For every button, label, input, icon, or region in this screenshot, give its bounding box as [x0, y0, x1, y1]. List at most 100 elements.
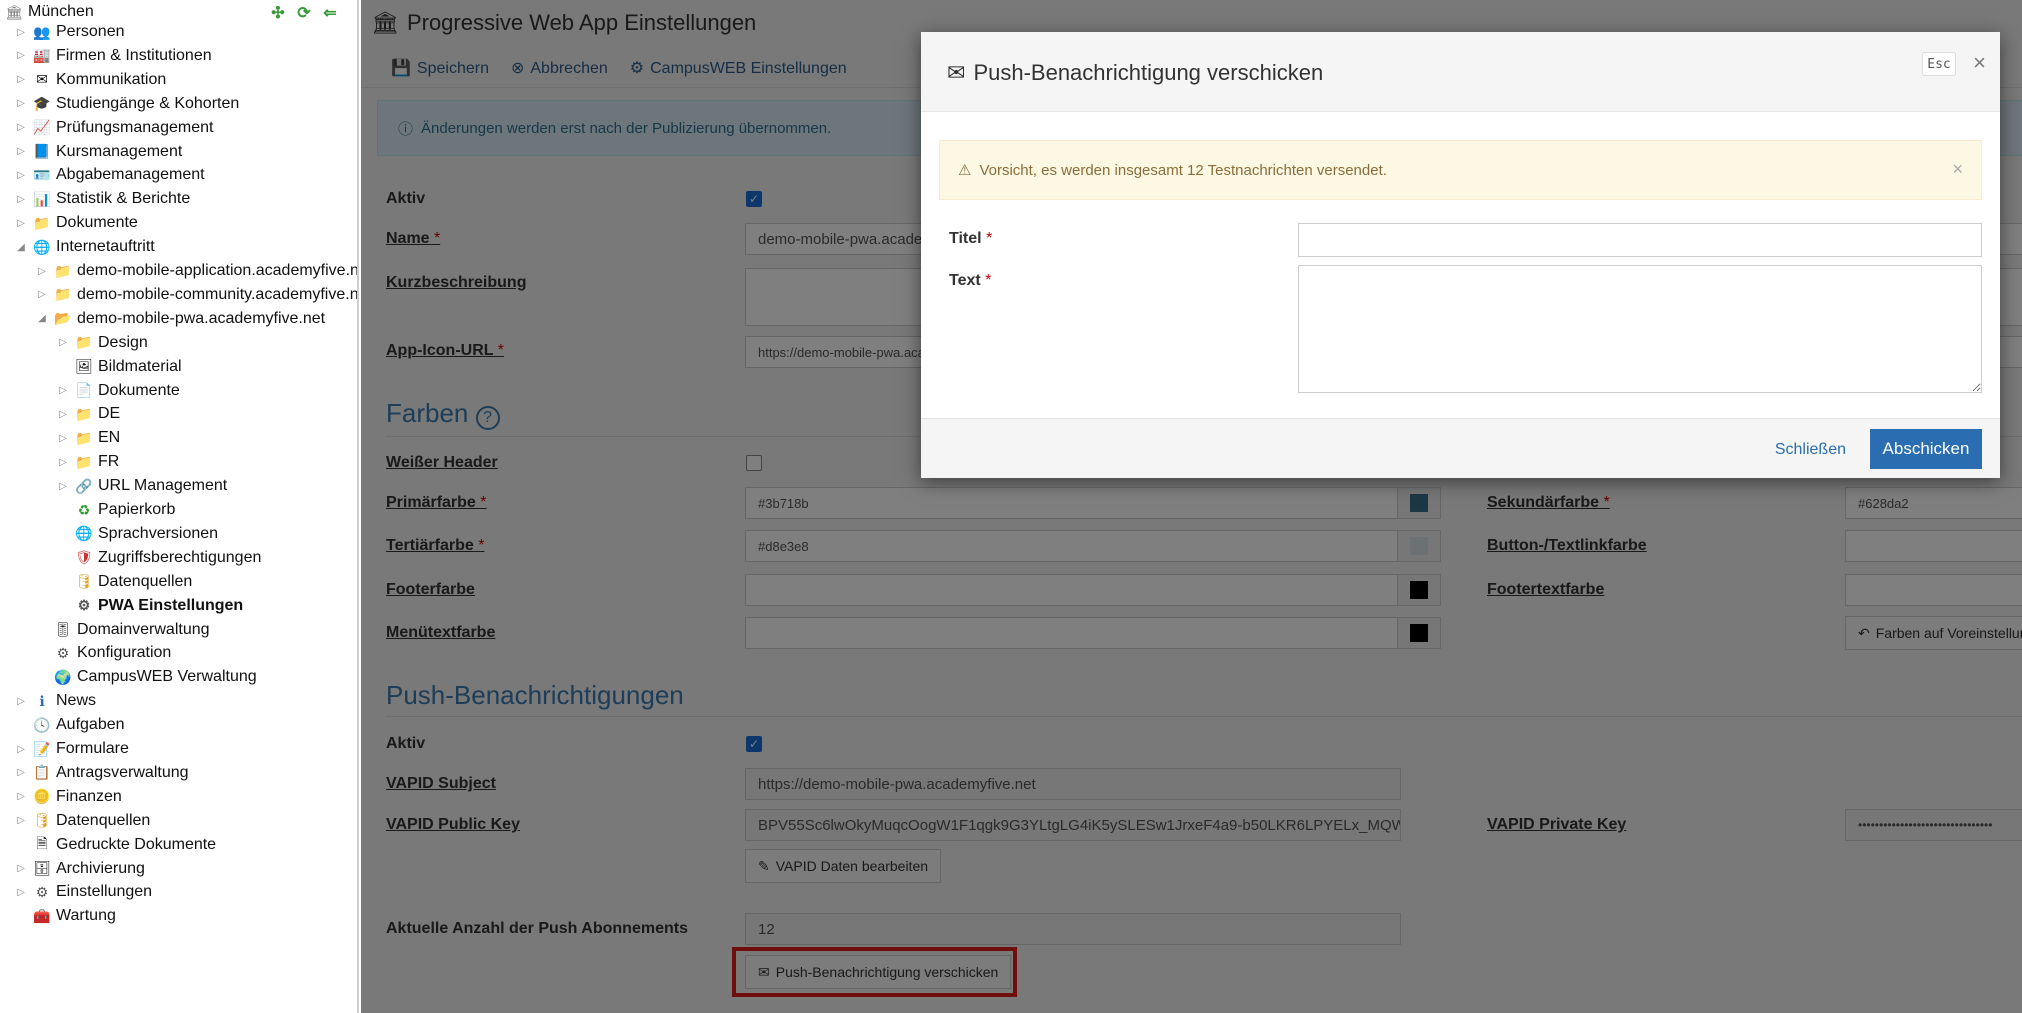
caret-right-icon[interactable]: ▷	[14, 97, 28, 111]
sidebar-item[interactable]: ▷ 📈 Prüfungsmanagement	[14, 116, 213, 140]
documents-icon: 📄	[75, 382, 93, 398]
sidebar-tree: 🏛 München ✣ ⟳ ⇐ ▷ 👥 Personen ▷ 🏭 Firmen & Ins…	[0, 0, 359, 1013]
gear-icon: ⚙	[35, 883, 49, 900]
sidebar-item[interactable]: ▷ ⚙ Einstellungen	[14, 880, 152, 904]
sidebar-item[interactable]: ▷ 🗄 Archivierung	[14, 857, 145, 881]
caret-right-icon[interactable]: ▷	[14, 790, 28, 804]
archive-icon: 🗄	[33, 860, 51, 876]
folder-icon: 📁	[54, 286, 72, 303]
sidebar-item-label: demo-mobile-community.academyfive.net	[77, 285, 359, 303]
sidebar-item[interactable]: 🗎 Gedruckte Dokumente	[14, 833, 216, 857]
folder-icon: 📁	[75, 334, 93, 351]
sidebar-item-label: Formulare	[56, 740, 129, 757]
globe-icon: 🌐	[33, 238, 51, 255]
caret-right-icon[interactable]: ▷	[14, 814, 28, 828]
sidebar-item[interactable]: ▷ 📁 Design	[56, 331, 148, 355]
sidebar-item-label: Datenquellen	[98, 572, 193, 590]
sidebar-item[interactable]: 🧰 Wartung	[14, 904, 116, 928]
sidebar-item[interactable]: ▷ 📝 Formulare	[14, 737, 129, 761]
sidebar-item[interactable]: 🛢 Datenquellen	[56, 570, 192, 594]
caret-right-icon[interactable]: ▷	[14, 766, 28, 780]
sidebar-item[interactable]: 🖼 Bildmaterial	[56, 355, 182, 379]
caret-down-icon[interactable]: ◢	[35, 312, 49, 326]
sidebar-item[interactable]: ▷ 📁 DE	[56, 402, 120, 426]
caret-right-icon[interactable]: ▷	[14, 49, 28, 63]
caret-right-icon[interactable]: ▷	[14, 885, 28, 899]
caret-right-icon[interactable]: ▷	[35, 264, 49, 278]
form-icon: 📝	[33, 740, 51, 757]
sidebar-item[interactable]: ▷ 🔗 URL Management	[56, 474, 227, 498]
sidebar-item[interactable]: 🎚 Domainverwaltung	[35, 618, 209, 642]
refresh-icon[interactable]: ⟳	[294, 4, 314, 22]
sidebar-item[interactable]: ▷ 📊 Statistik & Berichte	[14, 187, 190, 211]
close-icon[interactable]: ×	[1973, 50, 1986, 76]
caret-right-icon[interactable]: ▷	[14, 25, 28, 39]
sidebar-item[interactable]: ◢ 📂 demo-mobile-pwa.academyfive.net	[35, 307, 325, 331]
sidebar-item[interactable]: ▷ 📁 FR	[56, 450, 119, 474]
caret-right-icon[interactable]: ▷	[14, 168, 28, 182]
caret-right-icon[interactable]: ▷	[56, 407, 70, 421]
esc-key-hint: Esc	[1922, 52, 1956, 76]
sidebar-item[interactable]: ▷ 📁 EN	[56, 426, 120, 450]
sidebar-item-label: Kommunikation	[56, 70, 167, 88]
caret-right-icon[interactable]: ▷	[56, 336, 70, 350]
caret-right-icon[interactable]: ▷	[56, 479, 70, 493]
alert-close-icon[interactable]: ×	[1952, 159, 1963, 180]
submit-button[interactable]: Abschicken	[1870, 429, 1982, 469]
sidebar-item[interactable]: ▷ ✉ Kommunikation	[14, 68, 166, 92]
sidebar-item-label: PWA Einstellungen	[98, 596, 244, 614]
caret-right-icon[interactable]: ▷	[14, 192, 28, 206]
caret-right-icon[interactable]: ▷	[56, 384, 70, 398]
expand-all-icon[interactable]: ✣	[268, 4, 288, 22]
sidebar-item[interactable]: ▷ 🪙 Finanzen	[14, 785, 122, 809]
caret-right-icon[interactable]: ▷	[14, 694, 28, 708]
caret-down-icon[interactable]: ◢	[14, 240, 28, 254]
envelope-open-icon: ✉	[947, 60, 966, 85]
image-icon: 🖼	[75, 358, 93, 375]
sidebar-item[interactable]: ⚙ PWA Einstellungen	[56, 594, 243, 618]
sidebar-item[interactable]: ▷ 🎓 Studiengänge & Kohorten	[14, 92, 239, 116]
caret-right-icon[interactable]: ▷	[14, 216, 28, 230]
caret-right-icon[interactable]: ▷	[56, 455, 70, 469]
text-textarea[interactable]	[1298, 265, 1982, 393]
sidebar-item[interactable]: 🛡 Zugriffsberechtigungen	[56, 546, 261, 570]
sidebar-item[interactable]: ▷ 👥 Personen	[14, 20, 124, 44]
caret-right-icon[interactable]: ▷	[35, 288, 49, 302]
tree-root-label: München	[28, 3, 94, 20]
sidebar-item[interactable]: ▷ ℹ News	[14, 689, 96, 713]
sidebar-item[interactable]: ▷ 📄 Dokumente	[56, 379, 180, 403]
sidebar-item[interactable]: ▷ 📋 Antragsverwaltung	[14, 761, 189, 785]
sidebar-item[interactable]: ▷ 📁 demo-mobile-application.academyfive.ne…	[35, 259, 357, 283]
collapse-icon[interactable]: ⇐	[320, 4, 340, 22]
sidebar-item-label: Antragsverwaltung	[56, 763, 189, 781]
sidebar-item[interactable]: 🕓 Aufgaben	[14, 713, 124, 737]
sidebar-item[interactable]: ▷ 🛢 Datenquellen	[14, 809, 150, 833]
sidebar-item[interactable]: 🌍 CampusWEB Verwaltung	[35, 665, 256, 689]
sidebar-item-label: Bildmaterial	[98, 357, 182, 375]
sidebar-item[interactable]: ▷ 📁 Dokumente	[14, 211, 138, 235]
caret-right-icon[interactable]: ▷	[56, 431, 70, 445]
caret-right-icon[interactable]: ▷	[14, 73, 28, 87]
sidebar-item[interactable]: ♻ Papierkorb	[56, 498, 176, 522]
sidebar-item-label: Design	[98, 333, 148, 351]
sidebar-item[interactable]: ⚙ Konfiguration	[35, 641, 172, 665]
caret-right-icon[interactable]: ▷	[14, 145, 28, 159]
sidebar-item[interactable]: ◢ 🌐 Internetauftritt	[14, 235, 155, 259]
caret-right-icon[interactable]: ▷	[14, 862, 28, 876]
caret-right-icon[interactable]: ▷	[14, 742, 28, 756]
folder-open-icon: 📂	[54, 310, 72, 327]
sidebar-item[interactable]: ▷ 🪪 Abgabemanagement	[14, 163, 204, 187]
sidebar-item[interactable]: ▷ 📘 Kursmanagement	[14, 140, 182, 164]
link-icon: 🔗	[75, 477, 93, 494]
caret-right-icon[interactable]: ▷	[14, 121, 28, 135]
titel-input[interactable]	[1298, 223, 1982, 257]
modal-title: ✉ Push-Benachrichtigung verschicken	[947, 60, 1323, 86]
close-button[interactable]: Schließen	[1775, 435, 1846, 465]
sidebar-item[interactable]: ▷ 📁 demo-mobile-community.academyfive.net	[35, 283, 359, 307]
sidebar-item[interactable]: 🌐 Sprachversionen	[56, 522, 218, 546]
sidebar-item[interactable]: ▷ 🏭 Firmen & Institutionen	[14, 44, 211, 68]
bar-chart-icon: 📊	[33, 190, 51, 207]
